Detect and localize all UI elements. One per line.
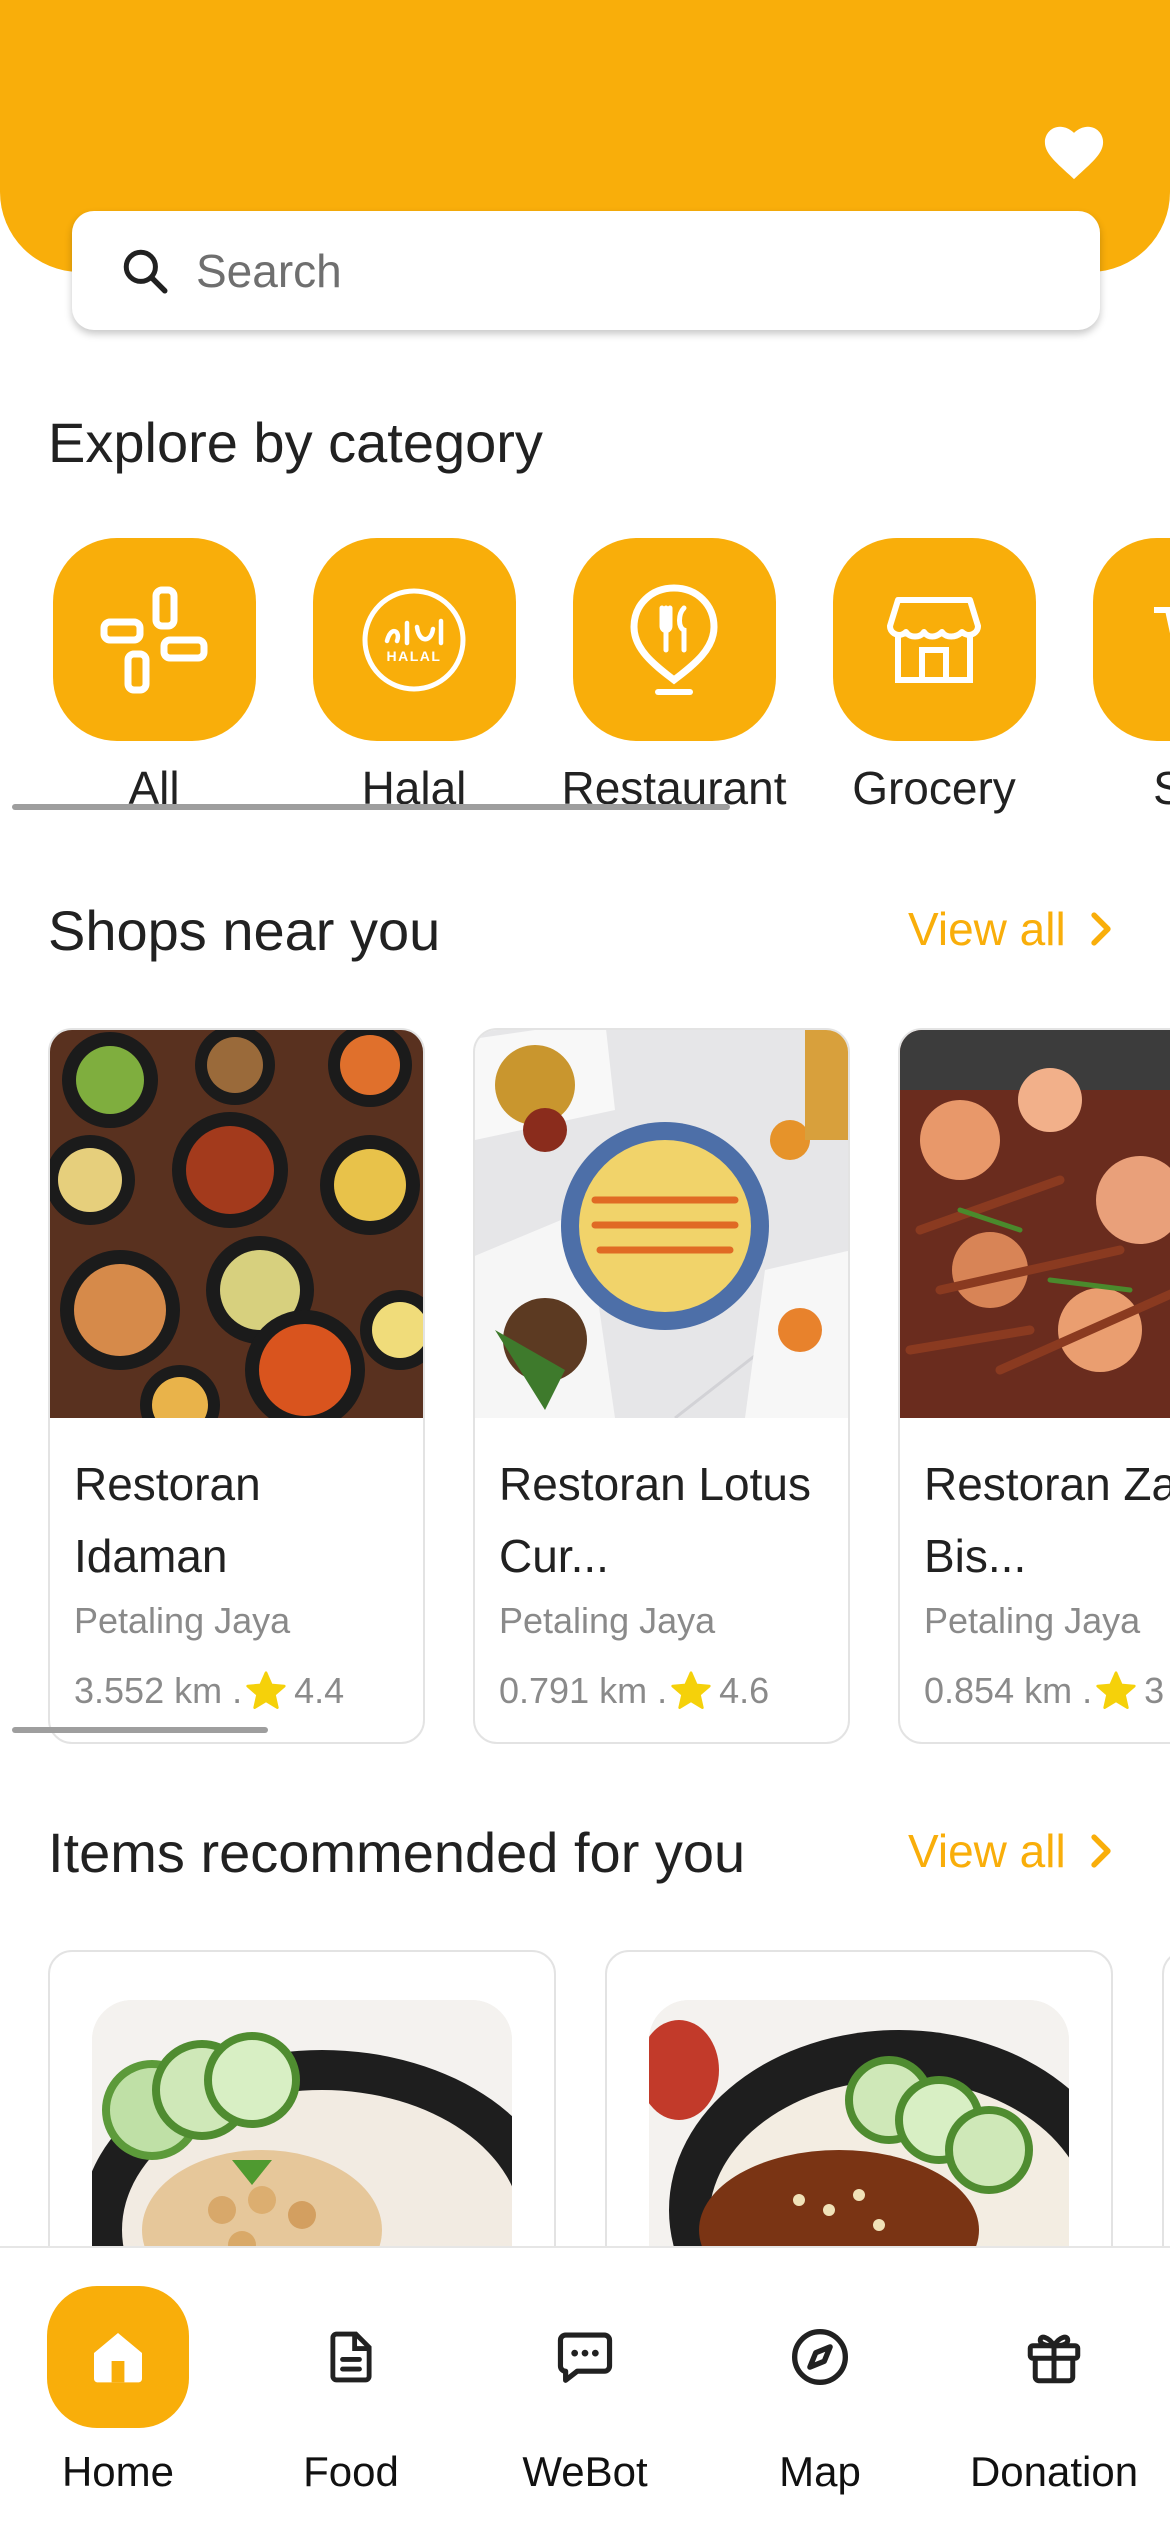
search-icon [123,249,168,293]
gift-icon [1027,2334,1081,2384]
grid-icon [100,586,208,693]
nav-label: Map [779,2448,861,2495]
recommended-section-title: Items recommended for you [48,1821,746,1884]
shops-section-title: Shops near you [48,899,441,962]
halal-icon: HALAL [362,588,466,691]
category-label: Grocery [852,762,1016,814]
search-bar[interactable] [72,211,1100,330]
shop-meta: 0.854 km . 3 [924,1670,1164,1712]
star-icon [1096,1671,1136,1709]
item-image [92,2000,512,2250]
nav-item-home[interactable]: Home [0,2286,238,2496]
shop-image [475,1030,848,1418]
chevron-right-icon [1091,1834,1111,1868]
view-all-label: View all [908,903,1066,955]
favorites-button[interactable] [1032,110,1116,190]
shops-scroll-indicator [12,1727,268,1733]
shop-image [900,1030,1170,1418]
chat-icon [557,2332,613,2383]
recommended-item-card[interactable] [1162,1950,1170,2250]
category-item-halal[interactable]: HALAL Halal [284,538,544,815]
category-item-restaurant[interactable]: Restaurant [544,538,804,815]
recommended-item-card[interactable] [605,1950,1113,2250]
heart-icon [1044,126,1104,180]
shop-meta: 3.552 km . 4.4 [74,1670,344,1712]
home-icon [94,2333,142,2383]
search-input[interactable] [196,243,1056,298]
nav-label: Home [61,2448,175,2495]
compass-icon [792,2329,848,2385]
shop-rating: 4.6 [719,1670,770,1711]
nav-label: WeBot [522,2448,648,2495]
shop-name: Restoran Zayan Bis... [924,1458,1170,1582]
shop-location: Petaling Jaya [924,1600,1141,1641]
shop-distance: 0.854 km . [924,1670,1093,1711]
nav-item-webot[interactable]: WeBot [465,2286,705,2496]
category-scroll-indicator [12,804,730,810]
category-item-supermarket[interactable]: Sup [1064,538,1170,815]
item-image [649,2000,1069,2250]
shop-card[interactable]: Restoran Lotus Cur... Petaling Jaya 0.79… [473,1028,850,1744]
category-carousel[interactable]: All HALAL Halal Restaurant Grocery S [0,538,1170,828]
restaurant-pin-icon [630,583,718,695]
recommended-item-card[interactable] [48,1950,556,2250]
nav-item-map[interactable]: Map [700,2286,940,2496]
shop-location: Petaling Jaya [74,1600,291,1641]
nav-item-food[interactable]: Food [231,2286,471,2496]
chevron-right-icon [1091,912,1111,946]
category-label: Sup [1153,762,1170,814]
star-icon [671,1671,711,1709]
star-icon [246,1671,286,1709]
shop-location: Petaling Jaya [499,1600,716,1641]
shop-card[interactable]: Restoran Zayan Bis... Petaling Jaya 0.85… [898,1028,1170,1744]
shop-distance: 3.552 km . [74,1670,243,1711]
shop-meta: 0.791 km . 4.6 [499,1670,769,1712]
shop-rating: 4.4 [294,1670,345,1711]
shop-name: Restoran Lotus Cur... [499,1458,811,1582]
shops-carousel[interactable]: Restoran Idaman Petaling Jaya 3.552 km .… [0,1028,1170,1748]
category-section-title: Explore by category [48,411,543,474]
view-all-label: View all [908,1825,1066,1877]
shops-view-all-link[interactable]: View all [908,902,1114,956]
cart-icon [1154,606,1170,633]
recommended-carousel[interactable] [0,1950,1170,2250]
nav-label: Food [303,2448,399,2495]
nav-item-donation[interactable]: Donation [934,2286,1170,2496]
store-icon [887,596,981,683]
document-icon [330,2331,372,2383]
category-item-all[interactable]: All [24,538,284,815]
shop-name: Restoran Idaman [74,1458,261,1582]
shop-image [50,1030,423,1418]
shop-distance: 0.791 km . [499,1670,668,1711]
category-item-grocery[interactable]: Grocery [804,538,1064,815]
nav-label: Donation [969,2448,1139,2495]
bottom-navigation: Home Food WeBot Map Donation [0,2246,1170,2532]
svg-text:HALAL: HALAL [387,648,442,664]
shop-rating: 3 [1144,1670,1165,1711]
shop-card[interactable]: Restoran Idaman Petaling Jaya 3.552 km .… [48,1028,425,1744]
recommended-view-all-link[interactable]: View all [908,1824,1114,1878]
